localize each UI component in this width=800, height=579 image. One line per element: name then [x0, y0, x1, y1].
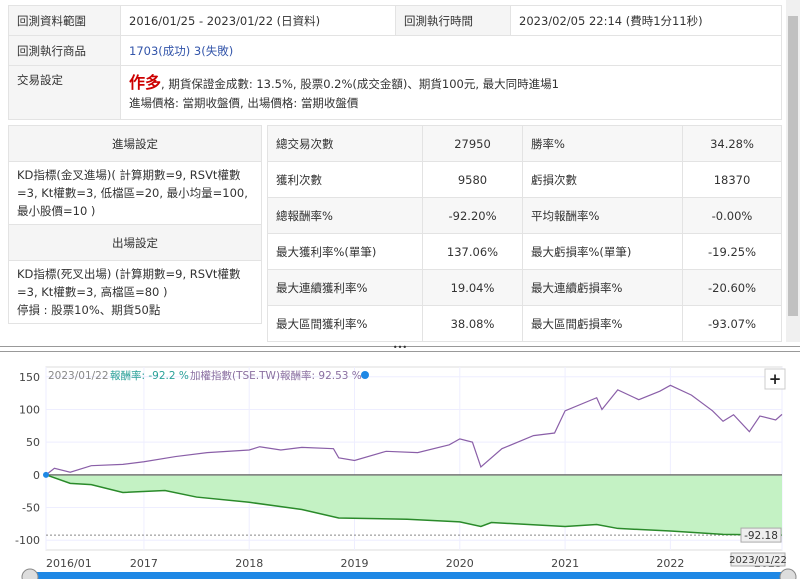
range-value: 2016/01/25 - 2023/01/22 (日資料): [120, 5, 396, 36]
stats-row: 最大連續獲利率% 19.04% 最大連續虧損率% -20.60%: [267, 269, 782, 306]
exit-text: KD指標(死叉出場) (計算期數=9, RSVt權數=3, Kt權數=3, 高檔…: [17, 267, 241, 299]
stat-value: -20.60%: [682, 269, 782, 306]
y-tick-label: 150: [19, 371, 40, 384]
stat-label: 獲利次數: [267, 161, 423, 198]
navigator-handle[interactable]: [21, 568, 39, 579]
stop-text: 停損 : 股票10%、期貨50點: [17, 303, 161, 317]
handle-dots: •••: [392, 343, 408, 352]
trade-line2: 進場價格: 當期收盤價, 出場價格: 當期收盤價: [129, 95, 359, 110]
exit-header: 出場設定: [8, 224, 262, 261]
stat-value: -93.07%: [682, 305, 782, 342]
x-tick-label: 2017: [130, 557, 158, 570]
panel-resize-handle[interactable]: •••: [0, 343, 800, 352]
trade-settings: 作多, 期貨保證金成數: 13.5%, 股票0.2%(成交金額)、期貨100元,…: [120, 65, 782, 120]
trade-direction: 作多: [129, 72, 162, 92]
summary-table: 回測資料範圍 2016/01/25 - 2023/01/22 (日資料) 回測執…: [8, 5, 782, 120]
last-date-label: 2023/01/22: [729, 555, 787, 566]
stat-label: 總交易次數: [267, 125, 423, 162]
trade-line1: , 期貨保證金成數: 13.5%, 股票0.2%(成交金額)、期貨100元, 最…: [161, 76, 559, 91]
y-tick-label: 100: [19, 403, 40, 416]
scrollbar-thumb[interactable]: [788, 16, 798, 316]
trade-label: 交易設定: [8, 65, 121, 120]
y-tick-label: -100: [15, 534, 40, 547]
legend-index: 加權指數(TSE.TW)報酬率: 92.53 %: [190, 369, 362, 382]
stat-label: 最大連續虧損率%: [522, 269, 683, 306]
x-tick-label: 2021: [551, 557, 579, 570]
x-tick-label: 2020: [446, 557, 474, 570]
last-value-label: -92.18: [744, 530, 778, 542]
x-tick-label: 2022: [656, 557, 684, 570]
stat-value: 27950: [422, 125, 523, 162]
legend-settings-icon[interactable]: [361, 371, 369, 379]
x-tick-label: 2018: [235, 557, 263, 570]
stat-value: -0.00%: [682, 197, 782, 234]
stat-label: 勝率%: [522, 125, 683, 162]
stat-label: 最大獲利率%(單筆): [267, 233, 423, 270]
stat-label: 總報酬率%: [267, 197, 423, 234]
y-tick-label: 50: [26, 436, 40, 449]
start-marker: [43, 471, 49, 478]
range-navigator[interactable]: [30, 572, 788, 579]
product-link[interactable]: 1703(成功) 3(失敗): [120, 35, 782, 66]
exit-cell: KD指標(死叉出場) (計算期數=9, RSVt權數=3, Kt權數=3, 高檔…: [8, 260, 262, 324]
stat-label: 最大區間虧損率%: [522, 305, 683, 342]
entry-header: 進場設定: [8, 125, 262, 162]
stat-value: 19.04%: [422, 269, 523, 306]
zoom-plus-icon: +: [769, 370, 782, 388]
stat-value: -19.25%: [682, 233, 782, 270]
stat-value: -92.20%: [422, 197, 523, 234]
stat-label: 最大連續獲利率%: [267, 269, 423, 306]
settings-panel: 進場設定 KD指標(金叉進場)( 計算期數=9, RSVt權數=3, Kt權數=…: [8, 125, 262, 324]
x-tick-label: 2019: [341, 557, 369, 570]
product-label: 回測執行商品: [8, 35, 121, 66]
time-label: 回測執行時間: [395, 5, 511, 36]
navigator-handle[interactable]: [779, 568, 797, 579]
entry-text: KD指標(金叉進場)( 計算期數=9, RSVt權數=3, Kt權數=3, 低檔…: [8, 161, 262, 225]
y-tick-label: 0: [33, 469, 40, 482]
stat-value: 34.28%: [682, 125, 782, 162]
stat-value: 38.08%: [422, 305, 523, 342]
legend-date: 2023/01/22: [48, 370, 109, 382]
stats-row: 總報酬率% -92.20% 平均報酬率% -0.00%: [267, 197, 782, 234]
return-chart: 2016/01201720182019202020212022202315010…: [15, 366, 797, 579]
stats-row: 獲利次數 9580 虧損次數 18370: [267, 161, 782, 198]
stats-row: 總交易次數 27950 勝率% 34.28%: [267, 125, 782, 162]
stats-table: 總交易次數 27950 勝率% 34.28% 獲利次數 9580 虧損次數 18370 總報酬率…: [267, 125, 782, 342]
stat-label: 最大虧損率%(單筆): [522, 233, 683, 270]
stat-value: 137.06%: [422, 233, 523, 270]
x-tick-label: 2016/01: [46, 557, 92, 570]
stat-label: 平均報酬率%: [522, 197, 683, 234]
stat-label: 最大區間獲利率%: [267, 305, 423, 342]
stats-row: 最大獲利率%(單筆) 137.06% 最大虧損率%(單筆) -19.25%: [267, 233, 782, 270]
y-tick-label: -50: [22, 502, 40, 515]
time-value: 2023/02/05 22:14 (費時1分11秒): [510, 5, 782, 36]
legend-strategy: 報酬率: -92.2 %: [110, 369, 189, 382]
stat-value: 18370: [682, 161, 782, 198]
stats-row: 最大區間獲利率% 38.08% 最大區間虧損率% -93.07%: [267, 305, 782, 342]
vertical-scrollbar[interactable]: [786, 0, 800, 342]
stat-value: 9580: [422, 161, 523, 198]
range-label: 回測資料範圍: [8, 5, 121, 36]
stat-label: 虧損次數: [522, 161, 683, 198]
